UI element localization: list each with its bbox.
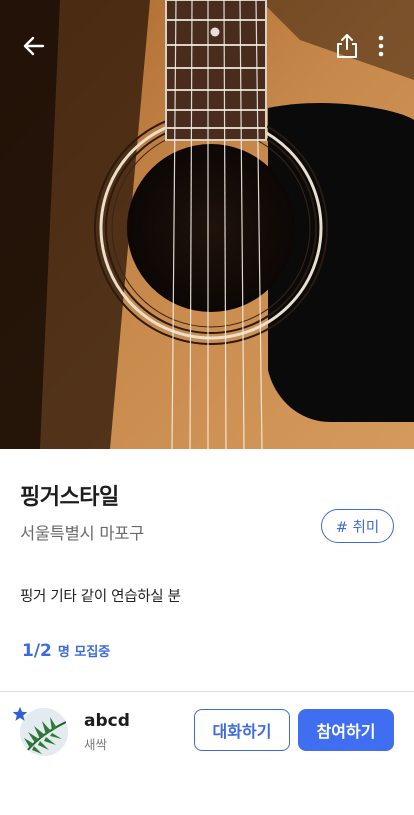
top-bar: [0, 0, 414, 92]
post-location: 서울특별시 마포구: [20, 524, 144, 543]
host-bar: abcd 새싹 대화하기 참여하기: [0, 692, 414, 815]
star-badge-icon: [12, 706, 28, 721]
back-button[interactable]: [14, 26, 54, 66]
more-options-button[interactable]: [368, 26, 394, 66]
host-avatar-wrap[interactable]: [12, 706, 72, 758]
more-vertical-icon: [378, 35, 384, 57]
chat-button[interactable]: 대화하기: [194, 709, 290, 751]
recruit-label: 명 모집중: [57, 645, 111, 660]
hero-image: [0, 0, 414, 449]
share-icon: [337, 34, 357, 58]
recruit-status: 1/2 명 모집중: [22, 641, 110, 661]
recruit-count: 1/2: [22, 641, 52, 661]
category-tag[interactable]: # 취미: [321, 509, 394, 543]
host-level: 새싹: [84, 737, 108, 752]
post-description: 핑거 기타 같이 연습하실 분: [20, 589, 181, 605]
share-button[interactable]: [328, 26, 366, 66]
host-name: abcd: [84, 711, 130, 731]
arrow-left-icon: [23, 36, 45, 56]
post-title: 핑거스타일: [20, 485, 119, 510]
join-button[interactable]: 참여하기: [298, 709, 394, 751]
